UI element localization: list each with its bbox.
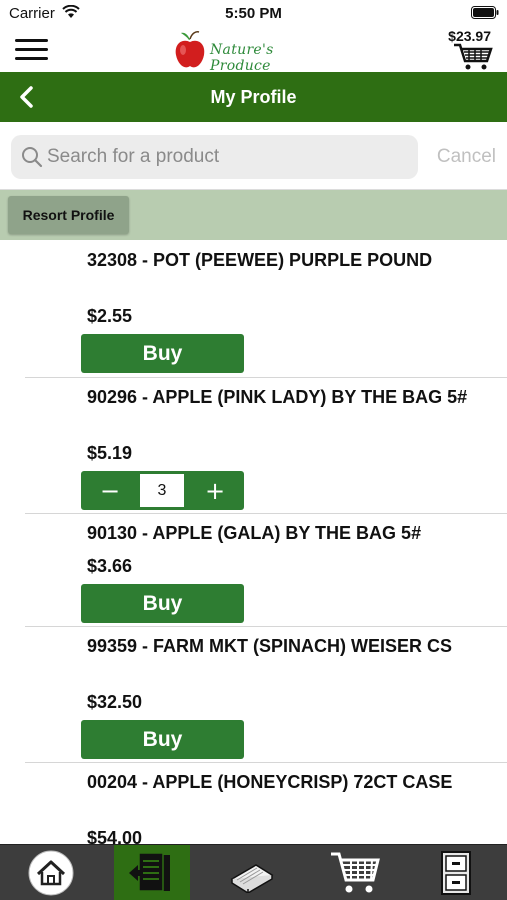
product-price: $3.66: [87, 556, 133, 576]
apple-logo-icon: [175, 31, 205, 68]
product-price: $5.19: [87, 443, 133, 463]
hamburger-menu-icon[interactable]: [15, 39, 48, 61]
nav-bar: My Profile: [0, 72, 507, 122]
status-bar: Carrier 5:50 PM: [0, 0, 507, 28]
quantity-input[interactable]: [140, 474, 184, 507]
shopping-cart-icon: [330, 852, 380, 893]
list-item: 32308 - POT (PEEWEE) PURPLE POUND $2.55 …: [25, 240, 507, 377]
product-price: $32.50: [87, 692, 143, 712]
tab-home[interactable]: [0, 845, 101, 900]
product-name: 32308 - POT (PEEWEE) PURPLE POUND: [87, 250, 433, 270]
product-price: $2.55: [87, 306, 133, 326]
list-item: 90130 - APPLE (GALA) BY THE BAG 5# $3.66…: [25, 513, 507, 626]
product-list[interactable]: 32308 - POT (PEEWEE) PURPLE POUND $2.55 …: [0, 240, 507, 844]
logo: Nature's Produce: [172, 28, 337, 74]
battery-icon: [471, 6, 499, 19]
list-item: 00204 - APPLE (HONEYCRISP) 72CT CASE $54…: [25, 762, 507, 844]
status-time: 5:50 PM: [225, 5, 282, 22]
product-name: 99359 - FARM MKT (SPINACH) WEISER CS: [87, 636, 453, 656]
product-name: 00204 - APPLE (HONEYCRISP) 72CT CASE: [87, 772, 453, 792]
resort-profile-button[interactable]: Resort Profile: [8, 196, 129, 234]
search-icon: [22, 147, 43, 168]
buy-button[interactable]: Buy: [81, 334, 244, 373]
product-price: $54.00: [87, 828, 143, 844]
home-icon: [28, 850, 73, 896]
order-list-icon: [129, 852, 170, 892]
search-area: Cancel: [0, 122, 507, 190]
tab-catalog[interactable]: [201, 845, 302, 900]
cancel-button[interactable]: Cancel: [437, 146, 496, 168]
product-name: 90296 - APPLE (PINK LADY) BY THE BAG 5#: [87, 387, 468, 407]
tab-bar: [0, 844, 507, 900]
file-cabinet-icon: [440, 851, 471, 895]
increment-button[interactable]: +: [186, 471, 244, 510]
list-item: 90296 - APPLE (PINK LADY) BY THE BAG 5# …: [25, 377, 507, 513]
list-item: 99359 - FARM MKT (SPINACH) WEISER CS $32…: [25, 626, 507, 762]
tab-records[interactable]: [405, 845, 506, 900]
quantity-stepper: − +: [81, 471, 244, 510]
buy-button[interactable]: Buy: [81, 720, 244, 759]
page-title: My Profile: [210, 87, 297, 107]
cart-total: $23.97: [448, 28, 491, 44]
decrement-button[interactable]: −: [81, 471, 139, 510]
product-name: 90130 - APPLE (GALA) BY THE BAG 5#: [87, 523, 422, 543]
buy-button[interactable]: Buy: [81, 584, 244, 623]
app-header: Nature's Produce $23.97: [0, 28, 507, 74]
catalog-book-icon: [230, 864, 273, 893]
tab-cart[interactable]: [304, 845, 405, 900]
resort-bar: Resort Profile: [0, 190, 507, 240]
tab-orders[interactable]: [114, 845, 190, 900]
logo-text: Nature's Produce: [210, 42, 274, 74]
search-input[interactable]: [47, 135, 407, 179]
cart-icon[interactable]: [453, 43, 493, 71]
search-box: [11, 135, 418, 179]
